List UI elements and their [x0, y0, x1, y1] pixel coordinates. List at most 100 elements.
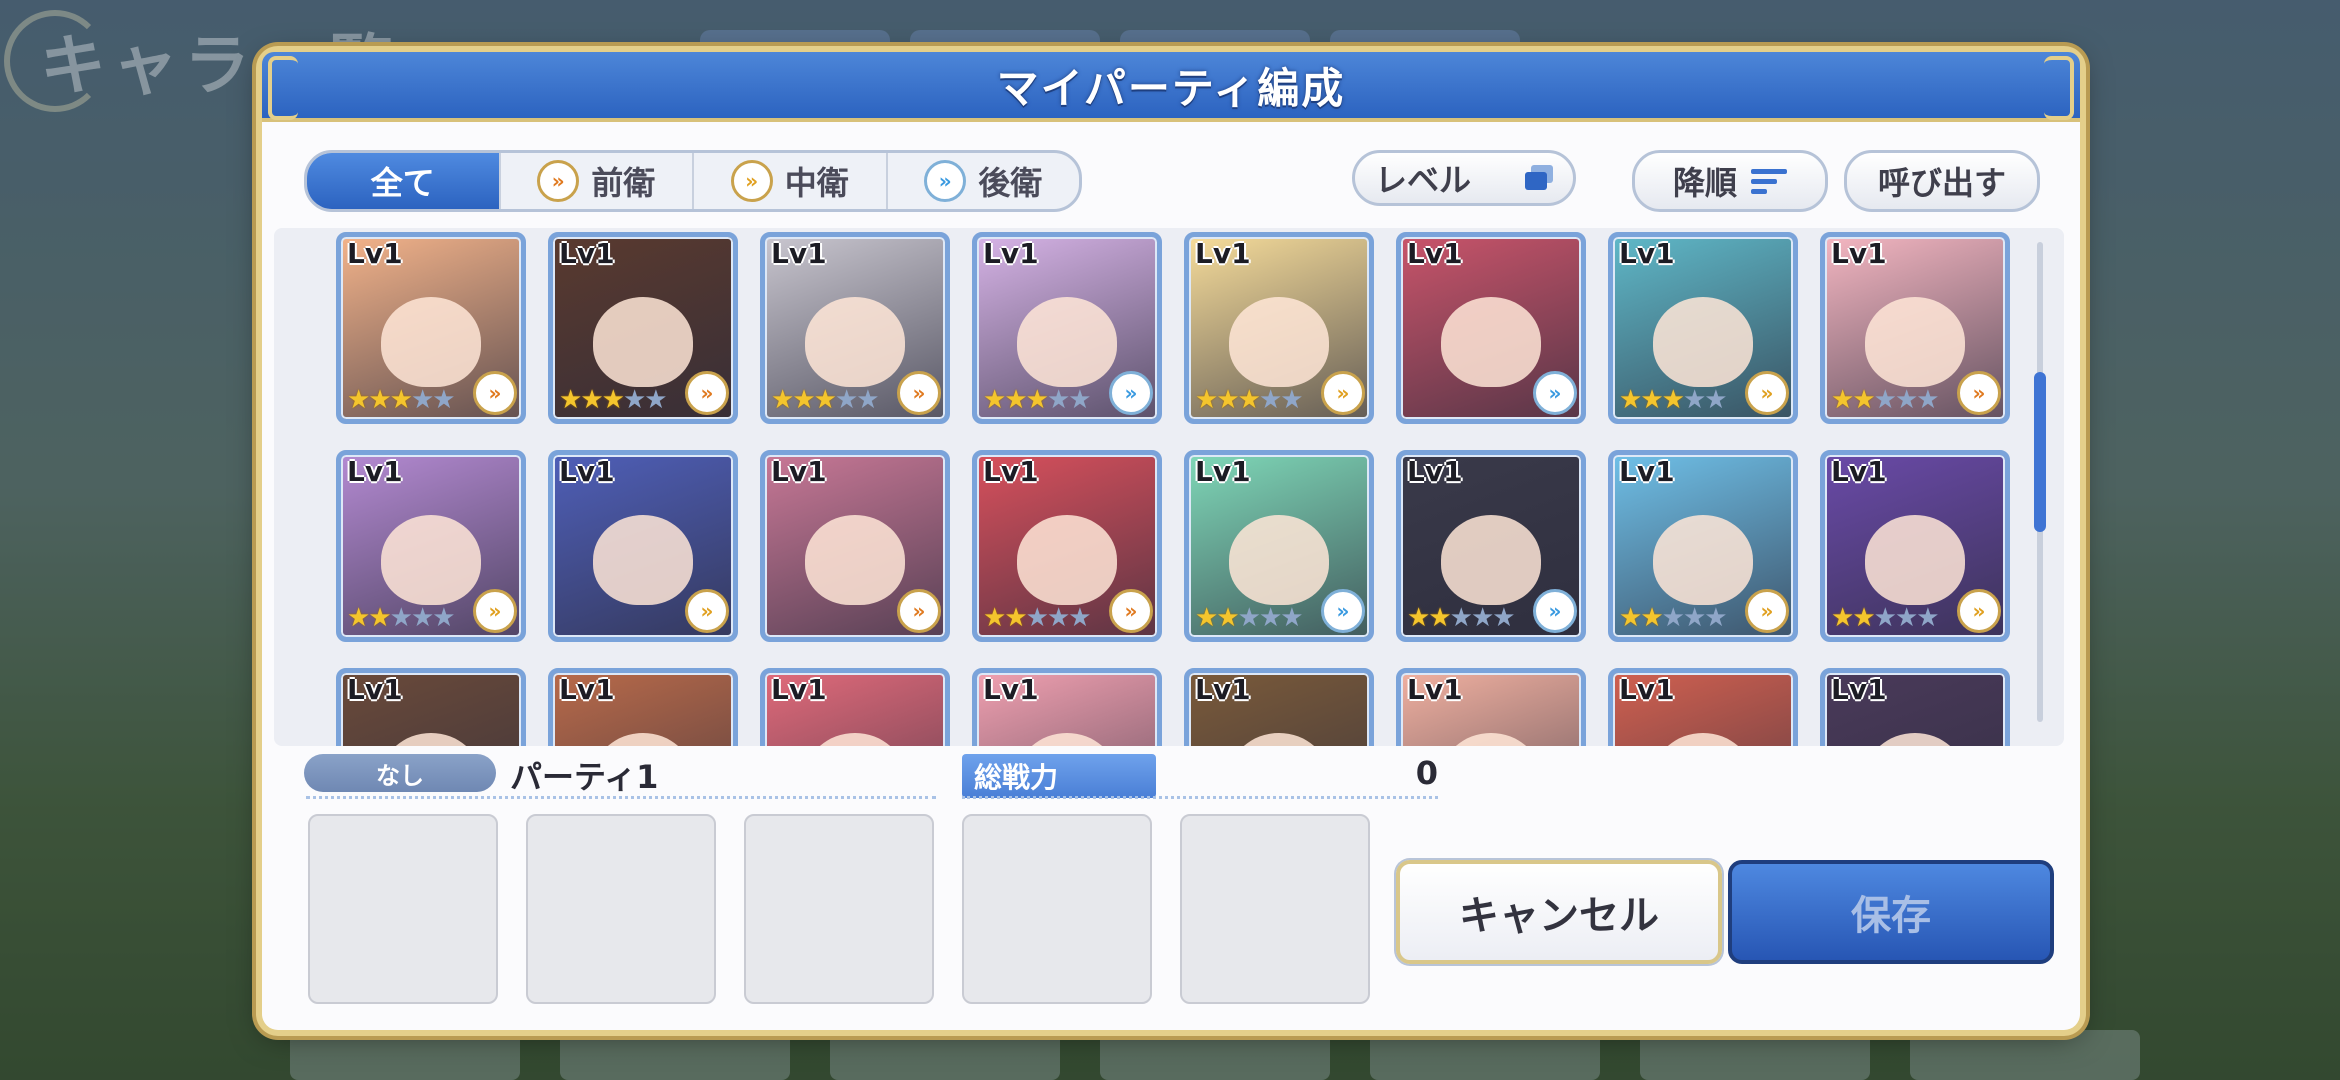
star-rating: ★★★★★ [771, 387, 880, 413]
star-icon: ★ [1216, 385, 1239, 415]
star-rating: ★★★★★ [1619, 387, 1728, 413]
character-card[interactable]: Lv1 ★★★★★» [336, 232, 526, 424]
star-icon: ★ [1004, 385, 1027, 415]
character-card[interactable]: Lv1 ★★★★★» [1820, 232, 2010, 424]
role-filter-tabs: 全て » 前衛 » 中衛 » 後衛 [304, 150, 1082, 212]
front-role-icon: » [1109, 589, 1153, 633]
star-icon: ★ [1280, 385, 1303, 415]
tab-back[interactable]: » 後衛 [888, 153, 1080, 209]
party-divider-right [962, 796, 1438, 799]
scroll-thumb[interactable] [2034, 372, 2046, 532]
star-rating: ★★★★★ [983, 603, 1092, 633]
character-card[interactable]: Lv1 » [548, 450, 738, 642]
character-level: Lv1 [771, 455, 827, 488]
star-rating: ★★★★★ [1619, 603, 1728, 633]
star-icon: ★ [1831, 603, 1854, 633]
sort-descending-icon [1751, 168, 1787, 194]
grid-scrollbar[interactable] [2034, 242, 2046, 722]
party-slot-3[interactable] [744, 814, 934, 1004]
character-level: Lv1 [1831, 673, 1887, 706]
sort-order-button[interactable]: 降順 [1632, 150, 1828, 212]
character-card[interactable]: Lv1 ★★★★★» [336, 450, 526, 642]
star-rating: ★★★★★ [347, 385, 456, 415]
character-level: Lv1 [1619, 673, 1675, 706]
character-card[interactable]: Lv1 [760, 668, 950, 746]
party-slot-2[interactable] [526, 814, 716, 1004]
character-card[interactable]: Lv1 » [1396, 232, 1586, 424]
middle-role-icon: » [685, 589, 729, 633]
star-icon: ★ [347, 385, 370, 415]
background-bottom-nav [290, 1030, 2140, 1080]
character-level: Lv1 [559, 455, 615, 488]
character-card[interactable]: Lv1 ★★★★★» [1608, 450, 1798, 642]
star-icon: ★ [1216, 603, 1239, 633]
character-card[interactable]: Lv1 ★★★★★» [1184, 450, 1374, 642]
character-card[interactable]: Lv1 [1396, 668, 1586, 746]
character-card[interactable]: Lv1 ★★★★★» [1608, 232, 1798, 424]
character-card[interactable]: Lv1 [1820, 668, 2010, 746]
star-icon: ★ [1661, 603, 1685, 633]
star-icon: ★ [1068, 603, 1091, 633]
tab-front[interactable]: » 前衛 [501, 153, 694, 209]
character-card[interactable]: Lv1 [1184, 668, 1374, 746]
character-level: Lv1 [771, 237, 827, 270]
star-icon: ★ [410, 385, 434, 415]
character-level: Lv1 [1195, 237, 1251, 270]
character-card[interactable]: Lv1 ★★★★★» [972, 450, 1162, 642]
star-icon: ★ [1894, 603, 1918, 633]
character-card[interactable]: Lv1 ★★★★★» [1820, 450, 2010, 642]
character-card[interactable]: Lv1 [548, 668, 738, 746]
front-role-icon: » [537, 160, 580, 202]
character-portrait [1229, 515, 1329, 605]
party-slot-1[interactable] [308, 814, 498, 1004]
party-slot-5[interactable] [1180, 814, 1370, 1004]
star-icon: ★ [1004, 603, 1027, 633]
tab-middle[interactable]: » 中衛 [694, 153, 888, 209]
character-level: Lv1 [1407, 673, 1463, 706]
star-rating: ★★★★★ [559, 385, 668, 415]
party-slot-4[interactable] [962, 814, 1152, 1004]
star-icon: ★ [368, 603, 391, 633]
star-icon: ★ [1640, 603, 1663, 633]
character-portrait [1653, 297, 1753, 387]
character-portrait [805, 733, 905, 746]
character-card[interactable]: Lv1 ★★★★★» [1184, 232, 1374, 424]
star-rating: ★★★★★ [1195, 385, 1304, 415]
middle-role-icon: » [473, 589, 517, 633]
character-card[interactable]: Lv1 ★★★★★» [760, 232, 950, 424]
character-portrait [1017, 733, 1117, 746]
star-icon: ★ [1025, 603, 1049, 633]
character-card[interactable]: Lv1 ★★★★★» [548, 232, 738, 424]
middle-role-icon: » [1745, 371, 1789, 415]
back-role-icon: » [1109, 371, 1153, 415]
character-card[interactable]: Lv1 [336, 668, 526, 746]
character-card[interactable]: Lv1 » [760, 450, 950, 642]
character-portrait [1865, 515, 1965, 605]
character-portrait [593, 297, 693, 387]
character-level: Lv1 [559, 237, 615, 270]
save-button[interactable]: 保存 [1728, 860, 2054, 964]
star-icon: ★ [601, 385, 625, 415]
character-card[interactable]: Lv1 [972, 668, 1162, 746]
character-card[interactable]: Lv1 ★★★★★» [1396, 450, 1586, 642]
character-portrait [381, 297, 481, 387]
star-icon: ★ [1068, 385, 1091, 415]
back-role-icon: » [924, 160, 967, 202]
character-level: Lv1 [983, 673, 1039, 706]
front-role-icon: » [473, 371, 517, 415]
tab-all[interactable]: 全て [307, 153, 501, 209]
character-card[interactable]: Lv1 [1608, 668, 1798, 746]
tab-back-label: 後衛 [978, 164, 1043, 202]
star-icon: ★ [1916, 385, 1939, 415]
star-rating: ★★★★★ [1831, 385, 1940, 415]
cancel-button[interactable]: キャンセル [1396, 860, 1722, 964]
character-card[interactable]: Lv1 ★★★★★» [972, 232, 1162, 424]
sort-level-button[interactable]: レベル [1352, 150, 1576, 206]
star-icon: ★ [1407, 603, 1430, 633]
summon-button[interactable]: 呼び出す [1844, 150, 2040, 212]
character-level: Lv1 [1831, 455, 1887, 488]
character-portrait [805, 515, 905, 605]
star-icon: ★ [1682, 603, 1706, 633]
party-edit-dialog: マイパーティ編成 全て » 前衛 » 中衛 » 後衛 レベル 降順 呼び出す L… [262, 52, 2080, 1030]
character-level: Lv1 [559, 673, 615, 706]
